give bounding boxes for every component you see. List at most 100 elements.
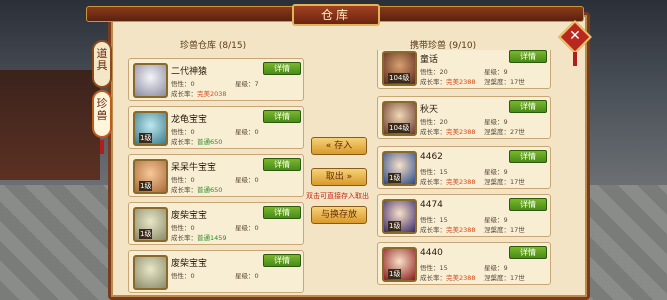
pet-level: 1级 bbox=[139, 133, 153, 143]
detail-button[interactable]: 详情 bbox=[263, 62, 301, 75]
pet-star: 星级：0 bbox=[235, 128, 259, 136]
pet-name: 龙龟宝宝 bbox=[171, 115, 208, 125]
growth-value: 完美2388 bbox=[446, 274, 476, 282]
pet-avatar: 1级 bbox=[382, 199, 417, 234]
detail-button[interactable]: 详情 bbox=[509, 100, 547, 113]
growth-label: 成长率： bbox=[171, 138, 197, 146]
detail-button[interactable]: 详情 bbox=[509, 150, 547, 163]
pet-level: 1级 bbox=[139, 181, 153, 191]
pet-star: 星级：0 bbox=[235, 176, 259, 184]
pet-name: 4474 bbox=[420, 200, 443, 210]
warehouse-list[interactable]: 二代神猿 悟性：0 星级：7 成长率：完美2038 详情 1级 龙龟宝宝 悟性：… bbox=[128, 50, 306, 300]
growth-label: 成长率： bbox=[171, 90, 197, 98]
pet-star: 星级：7 bbox=[235, 80, 259, 88]
list-item[interactable]: 1级 4440 悟性：15 星级：9 成长率：完美2388 涅槃度：17世 详情 bbox=[377, 242, 551, 285]
pet-level: 104级 bbox=[388, 73, 411, 83]
pet-xing: 悟性：15 bbox=[420, 216, 448, 224]
pet-level: 1级 bbox=[388, 173, 402, 183]
pet-xing: 悟性：20 bbox=[420, 118, 448, 126]
list-item[interactable]: 二代神猿 悟性：0 星级：7 成长率：完美2038 详情 bbox=[128, 58, 304, 101]
list-item[interactable]: 104级 童话 悟性：20 星级：9 成长率：完美2388 涅槃度：17世 详情 bbox=[377, 50, 551, 89]
take-button-label: 取出 bbox=[325, 172, 344, 182]
growth-label: 成长率： bbox=[420, 128, 446, 136]
close-x-icon: ✕ bbox=[569, 28, 581, 44]
detail-button[interactable]: 详情 bbox=[263, 254, 301, 267]
pet-star: 星级：9 bbox=[484, 216, 508, 224]
tab-pets-label: 珍兽 bbox=[96, 97, 108, 122]
pet-star: 星级：9 bbox=[484, 118, 508, 126]
detail-button[interactable]: 详情 bbox=[509, 50, 547, 63]
detail-button[interactable]: 详情 bbox=[263, 110, 301, 123]
pet-avatar bbox=[133, 63, 168, 98]
pet-nirvana: 涅槃度：17世 bbox=[484, 78, 525, 86]
list-item[interactable]: 1级 4462 悟性：15 星级：9 成长率：完美2388 涅槃度：17世 详情 bbox=[377, 146, 551, 189]
pet-nirvana: 涅槃度：17世 bbox=[484, 226, 525, 234]
pet-star: 星级：9 bbox=[484, 168, 508, 176]
pet-star: 星级：0 bbox=[235, 224, 259, 232]
pet-name: 废柴宝宝 bbox=[171, 211, 208, 221]
pet-name: 废柴宝宝 bbox=[171, 259, 208, 269]
pet-xing: 悟性：15 bbox=[420, 168, 448, 176]
growth-label: 成长率： bbox=[420, 274, 446, 282]
pet-avatar: 1级 bbox=[382, 247, 417, 282]
detail-button[interactable]: 详情 bbox=[263, 158, 301, 171]
pet-star: 星级：0 bbox=[235, 272, 259, 280]
background-building bbox=[0, 70, 100, 180]
growth-value: 完美2388 bbox=[446, 178, 476, 186]
carried-list[interactable]: 104级 童话 悟性：20 星级：9 成长率：完美2388 涅槃度：17世 详情… bbox=[377, 50, 553, 300]
pet-avatar: 104级 bbox=[382, 51, 417, 86]
tab-pets[interactable]: 珍兽 bbox=[92, 90, 112, 138]
pet-name: 4462 bbox=[420, 152, 443, 162]
pet-name: 二代神猿 bbox=[171, 67, 208, 77]
pet-level: 1级 bbox=[388, 221, 402, 231]
growth-label: 成长率： bbox=[171, 234, 197, 242]
pet-nirvana: 涅槃度：17世 bbox=[484, 178, 525, 186]
window-title: 仓库 bbox=[292, 4, 380, 26]
detail-button[interactable]: 详情 bbox=[263, 206, 301, 219]
growth-value: 普通650 bbox=[197, 138, 223, 146]
pet-avatar bbox=[133, 255, 168, 290]
list-item[interactable]: 1级 4474 悟性：15 星级：9 成长率：完美2388 涅槃度：17世 详情 bbox=[377, 194, 551, 237]
detail-button[interactable]: 详情 bbox=[509, 246, 547, 259]
growth-value: 普通1459 bbox=[197, 234, 227, 242]
pet-avatar: 1级 bbox=[133, 111, 168, 146]
list-item[interactable]: 1级 废柴宝宝 悟性：0 星级：0 成长率：普通1459 详情 bbox=[128, 202, 304, 245]
list-item[interactable]: 1级 龙龟宝宝 悟性：0 星级：0 成长率：普通650 详情 bbox=[128, 106, 304, 149]
detail-button[interactable]: 详情 bbox=[509, 198, 547, 211]
hint-text: 双击可直接存入取出 bbox=[306, 192, 369, 200]
tassel-ornament bbox=[573, 52, 577, 66]
growth-value: 完美2038 bbox=[197, 90, 227, 98]
store-button-label: 存入 bbox=[334, 141, 353, 151]
pet-xing: 悟性：0 bbox=[171, 80, 195, 88]
growth-value: 完美2388 bbox=[446, 78, 476, 86]
pet-nirvana: 涅槃度：17世 bbox=[484, 274, 525, 282]
growth-value: 普通650 bbox=[197, 186, 223, 194]
pet-avatar: 1级 bbox=[133, 159, 168, 194]
pet-nirvana: 涅槃度：27世 bbox=[484, 128, 525, 136]
list-item[interactable]: 废柴宝宝 悟性：0 星级：0 详情 bbox=[128, 250, 304, 293]
pet-xing: 悟性：0 bbox=[171, 272, 195, 280]
tab-items[interactable]: 道具 bbox=[92, 40, 112, 88]
pet-xing: 悟性：0 bbox=[171, 224, 195, 232]
growth-label: 成长率： bbox=[171, 186, 197, 194]
pet-star: 星级：9 bbox=[484, 68, 508, 76]
tassel-ornament bbox=[100, 140, 104, 154]
pet-star: 星级：9 bbox=[484, 264, 508, 272]
pet-avatar: 104级 bbox=[382, 101, 417, 136]
pet-level: 104级 bbox=[388, 123, 411, 133]
pet-xing: 悟性：0 bbox=[171, 128, 195, 136]
swap-button[interactable]: 与换存放 bbox=[311, 206, 367, 224]
take-button[interactable]: 取出 » bbox=[311, 168, 367, 186]
growth-label: 成长率： bbox=[420, 226, 446, 234]
pet-name: 秋天 bbox=[420, 105, 439, 115]
growth-label: 成长率： bbox=[420, 178, 446, 186]
pet-avatar: 1级 bbox=[382, 151, 417, 186]
store-button[interactable]: « 存入 bbox=[311, 137, 367, 155]
pet-name: 呆呆牛宝宝 bbox=[171, 163, 217, 173]
growth-value: 完美2388 bbox=[446, 226, 476, 234]
list-item[interactable]: 1级 呆呆牛宝宝 悟性：0 星级：0 成长率：普通650 详情 bbox=[128, 154, 304, 197]
list-item[interactable]: 104级 秋天 悟性：20 星级：9 成长率：完美2388 涅槃度：27世 详情 bbox=[377, 96, 551, 139]
pet-xing: 悟性：0 bbox=[171, 176, 195, 184]
pet-name: 童话 bbox=[420, 55, 439, 65]
pet-xing: 悟性：15 bbox=[420, 264, 448, 272]
